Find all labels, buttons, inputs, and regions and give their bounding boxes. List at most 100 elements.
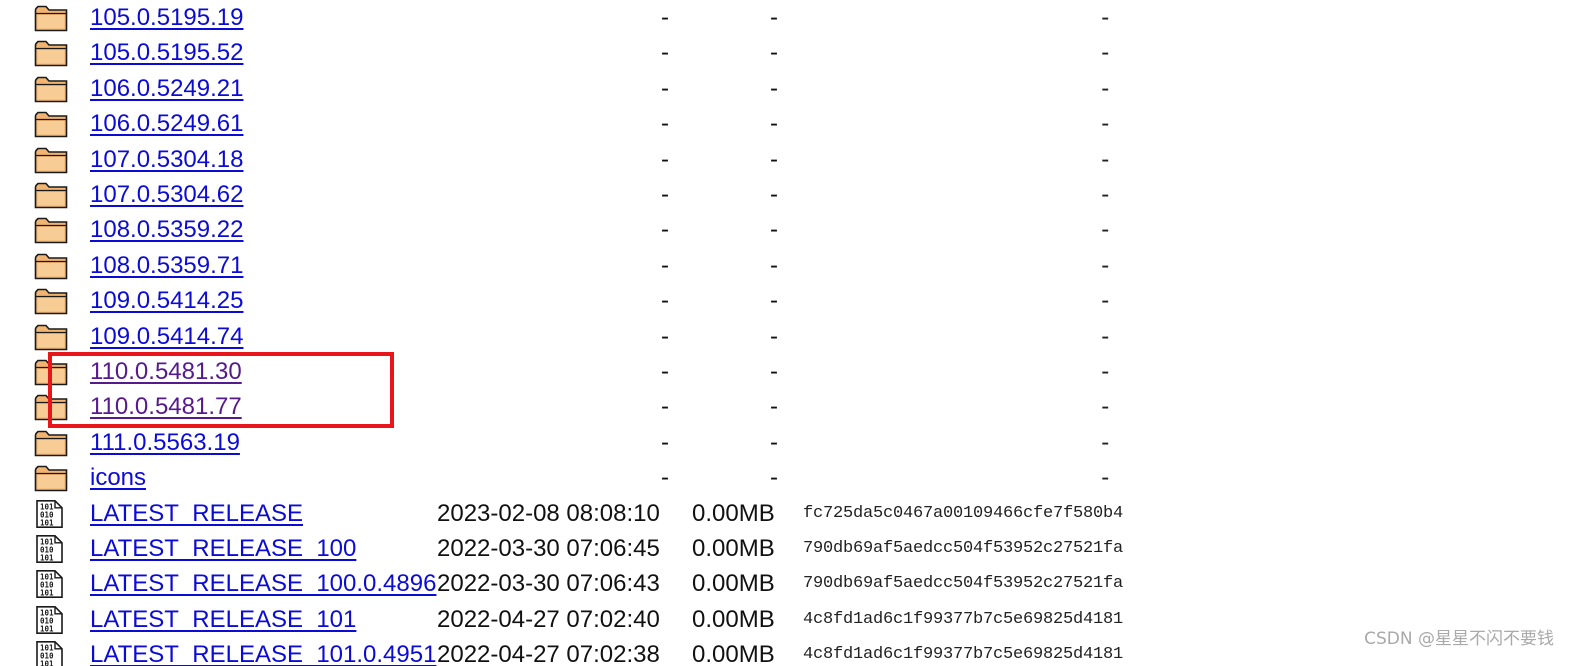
file-hash: -	[1101, 251, 1109, 279]
folder-row: 106.0.5249.61 - - -	[0, 106, 1200, 142]
file-hash: 4c8fd1ad6c1f99377b7c5e69825d4181	[803, 609, 1124, 629]
file-link[interactable]: LATEST_RELEASE	[90, 496, 303, 532]
file-size: -	[770, 464, 778, 492]
file-size: 0.00MB	[692, 499, 775, 527]
modified-date: -	[661, 4, 669, 31]
svg-text:101: 101	[40, 589, 54, 598]
file-hash: 4c8fd1ad6c1f99377b7c5e69825d4181	[803, 645, 1124, 665]
folder-icon[interactable]	[34, 393, 68, 421]
folder-row: icons - - -	[0, 460, 1200, 496]
modified-date: 2022-04-27 07:02:38	[437, 641, 660, 666]
folder-link[interactable]: 111.0.5563.19	[90, 425, 240, 461]
file-size: -	[770, 110, 778, 138]
folder-link[interactable]: 109.0.5414.25	[90, 283, 243, 319]
svg-text:101: 101	[40, 624, 54, 633]
folder-row: 108.0.5359.71 - - -	[0, 248, 1200, 284]
file-hash: -	[1101, 110, 1109, 138]
file-hash: -	[1101, 74, 1109, 102]
folder-link[interactable]: 110.0.5481.77	[90, 389, 242, 425]
file-size: -	[770, 358, 778, 385]
folder-link[interactable]: 110.0.5481.30	[90, 354, 242, 390]
folder-link[interactable]: 108.0.5359.71	[90, 248, 243, 284]
file-link[interactable]: LATEST_RELEASE_100	[90, 531, 356, 567]
folder-icon[interactable]	[34, 146, 68, 174]
folder-link[interactable]: 107.0.5304.62	[90, 177, 243, 213]
file-size: -	[770, 322, 778, 350]
folder-icon[interactable]	[34, 39, 68, 67]
folder-icon[interactable]	[34, 287, 68, 315]
folder-icon[interactable]	[34, 252, 68, 280]
file-size: -	[770, 74, 778, 102]
file-size: -	[770, 287, 778, 315]
modified-date: -	[661, 145, 669, 173]
file-size: 0.00MB	[692, 570, 775, 598]
modified-date: -	[661, 464, 669, 492]
binary-file-icon[interactable]: 101 010 101	[34, 605, 68, 634]
folder-row: 107.0.5304.18 - - -	[0, 142, 1200, 178]
folder-row: 107.0.5304.62 - - -	[0, 177, 1200, 213]
file-hash: -	[1101, 428, 1109, 456]
folder-icon[interactable]	[34, 464, 68, 492]
folder-row: 110.0.5481.77 - - -	[0, 389, 1200, 425]
folder-link[interactable]: 106.0.5249.21	[90, 71, 243, 107]
file-hash: -	[1101, 464, 1109, 492]
file-link[interactable]: LATEST_RELEASE_100.0.4896	[90, 566, 436, 602]
folder-icon[interactable]	[34, 75, 68, 103]
folder-row: 110.0.5481.30 - - -	[0, 354, 1200, 390]
modified-date: -	[661, 216, 669, 244]
binary-file-icon[interactable]: 101 010 101	[34, 570, 68, 599]
svg-text:101: 101	[40, 518, 54, 527]
modified-date: 2022-04-27 07:02:40	[437, 605, 660, 633]
folder-icon[interactable]	[34, 358, 68, 386]
folder-row: 111.0.5563.19 - - -	[0, 425, 1200, 461]
folder-link[interactable]: 106.0.5249.61	[90, 106, 243, 142]
file-hash: -	[1101, 181, 1109, 208]
file-link[interactable]: LATEST_RELEASE_101	[90, 602, 356, 638]
file-row: 101 010 101 LATEST_RELEASE 2023-02-08 08:08:…	[0, 496, 1200, 532]
folder-icon[interactable]	[34, 181, 68, 209]
modified-date: -	[661, 181, 669, 208]
folder-link[interactable]: 107.0.5304.18	[90, 142, 243, 178]
modified-date: 2023-02-08 08:08:10	[437, 499, 660, 527]
file-row: 101 010 101 LATEST_RELEASE_101 2022-04-27 07…	[0, 602, 1200, 638]
folder-icon[interactable]	[34, 429, 68, 457]
file-hash: fc725da5c0467a00109466cfe7f580b4	[803, 503, 1124, 523]
folder-icon[interactable]	[34, 216, 68, 244]
file-hash: 790db69af5aedcc504f53952c27521fa	[803, 574, 1124, 594]
folder-icon[interactable]	[34, 323, 68, 351]
folder-link[interactable]: icons	[90, 460, 146, 496]
folder-row: 108.0.5359.22 - - -	[0, 212, 1200, 248]
binary-file-icon[interactable]: 101 010 101	[34, 641, 68, 666]
modified-date: -	[661, 287, 669, 315]
file-row: 101 010 101 LATEST_RELEASE_101.0.4951 2022-0…	[0, 637, 1200, 666]
modified-date: -	[661, 74, 669, 102]
file-size: -	[770, 393, 778, 421]
file-size: -	[770, 4, 778, 31]
folder-link[interactable]: 109.0.5414.74	[90, 319, 243, 355]
modified-date: -	[661, 428, 669, 456]
file-hash: -	[1101, 287, 1109, 315]
file-size: -	[770, 181, 778, 208]
file-size: -	[770, 39, 778, 67]
file-link[interactable]: LATEST_RELEASE_101.0.4951	[90, 637, 436, 666]
watermark: CSDN @星星不闪不要钱	[1364, 629, 1554, 649]
file-size: 0.00MB	[692, 535, 775, 562]
modified-date: 2022-03-30 07:06:45	[437, 535, 660, 562]
file-hash: -	[1101, 4, 1109, 31]
file-hash: -	[1101, 393, 1109, 421]
folder-row: 106.0.5249.21 - - -	[0, 71, 1200, 107]
binary-file-icon[interactable]: 101 010 101	[34, 499, 68, 528]
modified-date: -	[661, 110, 669, 138]
file-hash: -	[1101, 39, 1109, 67]
folder-row: 109.0.5414.25 - - -	[0, 283, 1200, 319]
folder-link[interactable]: 105.0.5195.19	[90, 0, 243, 36]
folder-icon[interactable]	[34, 4, 68, 32]
folder-icon[interactable]	[34, 110, 68, 138]
folder-row: 109.0.5414.74 - - -	[0, 319, 1200, 355]
file-size: -	[770, 428, 778, 456]
folder-link[interactable]: 108.0.5359.22	[90, 212, 243, 248]
file-hash: -	[1101, 145, 1109, 173]
file-size: -	[770, 216, 778, 244]
binary-file-icon[interactable]: 101 010 101	[34, 535, 68, 563]
folder-link[interactable]: 105.0.5195.52	[90, 35, 243, 71]
